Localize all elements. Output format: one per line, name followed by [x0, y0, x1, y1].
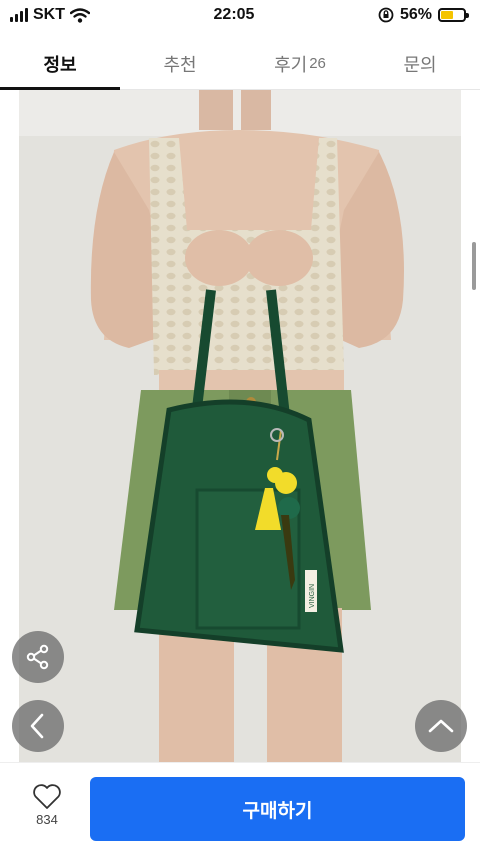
bag-tag-text: VINGIN [309, 584, 316, 608]
tab-recommend[interactable]: 추천 [120, 38, 240, 89]
battery-icon [437, 8, 469, 22]
tab-info[interactable]: 정보 [0, 38, 120, 90]
status-left: SKT [10, 6, 90, 24]
like-count: 834 [36, 812, 58, 827]
tab-reviews-count: 26 [309, 55, 326, 72]
tab-recommend-label: 추천 [163, 54, 197, 75]
chevron-up-icon [428, 719, 454, 733]
buy-button[interactable]: 구매하기 [90, 777, 465, 841]
tab-reviews[interactable]: 후기 26 [240, 38, 360, 89]
signal-icon [10, 8, 28, 22]
battery-fill [440, 11, 454, 19]
heart-icon [33, 784, 61, 809]
tab-reviews-label: 후기 [274, 54, 308, 75]
chevron-left-icon [30, 713, 44, 739]
like-button[interactable]: 834 [12, 783, 82, 827]
battery-percent: 56% [399, 6, 432, 23]
bottom-bar: 834 구매하기 [0, 762, 480, 854]
clock: 22:05 [213, 6, 255, 23]
scroll-indicator[interactable] [472, 242, 476, 290]
wifi-icon [70, 7, 90, 23]
status-bar: SKT 22:05 56% [0, 0, 480, 30]
tab-bar: 정보 추천 후기 26 문의 [0, 38, 480, 90]
status-right: 56% [378, 6, 469, 24]
product-photo-illustration: VINGIN [19, 90, 461, 764]
previous-button[interactable] [12, 700, 64, 752]
tab-inquiry[interactable]: 문의 [360, 38, 480, 89]
scroll-top-button[interactable] [415, 700, 467, 752]
carrier-label: SKT [33, 6, 65, 23]
tab-inquiry-label: 문의 [403, 54, 437, 75]
share-icon [26, 644, 49, 670]
orientation-lock-icon [378, 7, 394, 23]
tab-info-label: 정보 [43, 54, 77, 75]
product-image[interactable]: VINGIN [19, 90, 461, 764]
share-button[interactable] [12, 631, 64, 683]
